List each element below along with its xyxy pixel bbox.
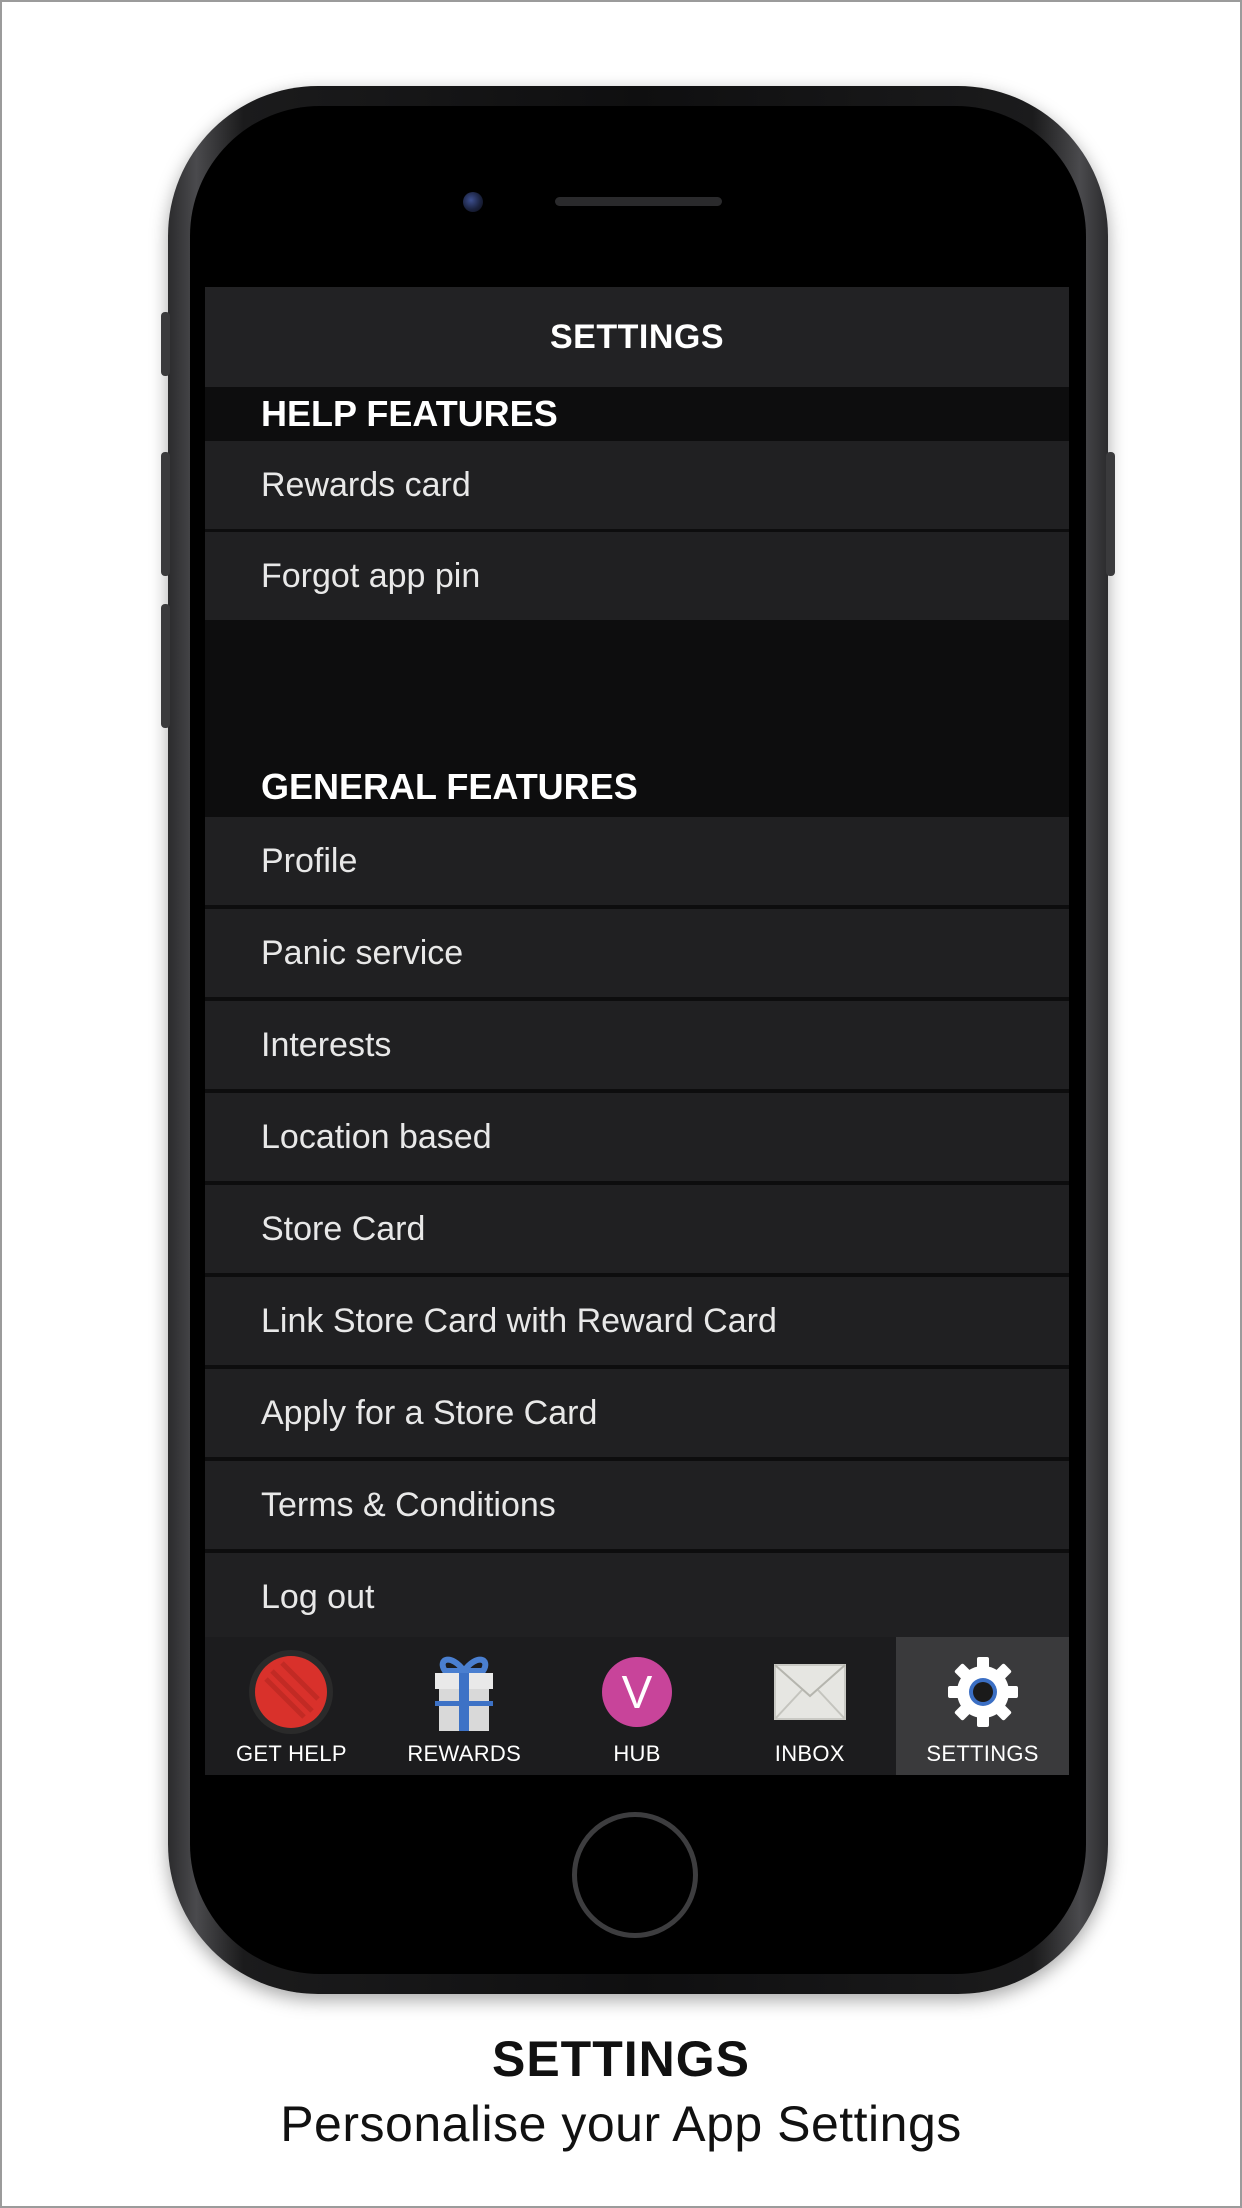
envelope-icon [767, 1649, 853, 1735]
page-title: SETTINGS [205, 287, 1069, 387]
tab-hub[interactable]: V HUB [551, 1637, 724, 1775]
settings-item-log-out[interactable]: Log out [205, 1553, 1069, 1641]
tab-label: HUB [613, 1741, 661, 1766]
tab-label: GET HELP [235, 1741, 347, 1766]
settings-item-rewards-card[interactable]: Rewards card [205, 441, 1069, 529]
settings-item-apply-store-card[interactable]: Apply for a Store Card [205, 1369, 1069, 1457]
settings-item-interests[interactable]: Interests [205, 1001, 1069, 1089]
tab-label: INBOX [774, 1741, 845, 1766]
volume-up-button [161, 452, 170, 576]
section-heading-help-features: HELP FEATURES [205, 387, 1069, 441]
mute-switch [161, 312, 170, 376]
settings-item-link-store-card[interactable]: Link Store Card with Reward Card [205, 1277, 1069, 1365]
caption-subtitle: Personalise your App Settings [280, 2096, 962, 2152]
bottom-tab-bar: GET HELP REWARDS V HUB INBOX SETTINGS [205, 1637, 1069, 1775]
power-button [1106, 452, 1115, 576]
settings-item-forgot-app-pin[interactable]: Forgot app pin [205, 532, 1069, 620]
gift-icon [421, 1649, 507, 1735]
front-camera-icon [463, 192, 483, 212]
tab-inbox[interactable]: INBOX [723, 1637, 896, 1775]
section-heading-general-features: GENERAL FEATURES [205, 757, 1069, 817]
home-button[interactable] [572, 1812, 698, 1938]
tab-label: REWARDS [407, 1741, 522, 1766]
hub-logo-glyph: V [601, 1657, 672, 1727]
v-logo-icon: V [594, 1649, 680, 1735]
settings-item-panic-service[interactable]: Panic service [205, 909, 1069, 997]
settings-item-location-based[interactable]: Location based [205, 1093, 1069, 1181]
red-circle-icon [248, 1649, 334, 1735]
gear-icon [940, 1649, 1026, 1735]
settings-item-store-card[interactable]: Store Card [205, 1185, 1069, 1273]
tab-settings[interactable]: SETTINGS [896, 1637, 1069, 1775]
earpiece-speaker [555, 197, 722, 206]
tab-get-help[interactable]: GET HELP [205, 1637, 378, 1775]
tab-rewards[interactable]: REWARDS [378, 1637, 551, 1775]
settings-item-profile[interactable]: Profile [205, 817, 1069, 905]
volume-down-button [161, 604, 170, 728]
settings-item-terms-conditions[interactable]: Terms & Conditions [205, 1461, 1069, 1549]
tab-label: SETTINGS [926, 1741, 1039, 1766]
app-screen: SETTINGS HELP FEATURES Rewards card Forg… [205, 287, 1069, 1775]
caption-title: SETTINGS [491, 2031, 751, 2087]
